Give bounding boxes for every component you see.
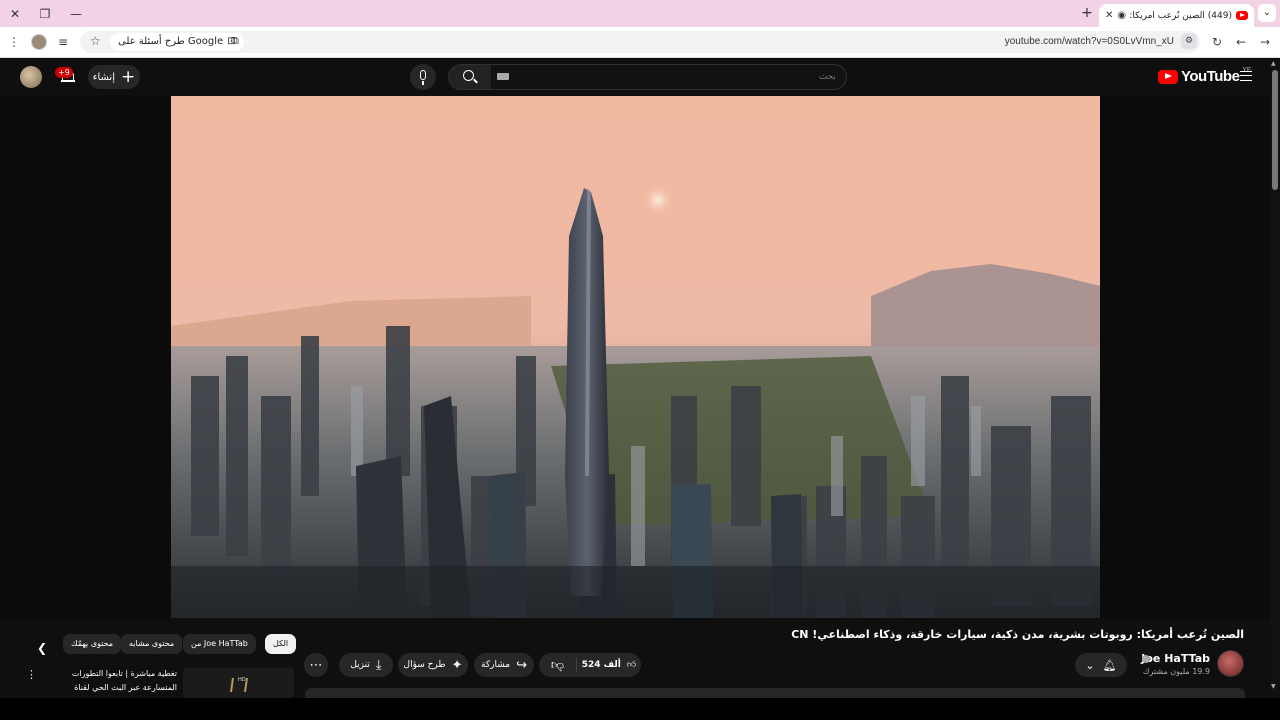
chip-for-you[interactable]: محتوى يهمّك xyxy=(63,634,122,654)
chip-related[interactable]: محتوى مشابه xyxy=(121,634,183,654)
like-count: 524 ألف xyxy=(581,660,621,670)
video-frame-city-skyline xyxy=(171,96,1100,618)
youtube-play-icon xyxy=(1158,69,1178,84)
more-horizontal-icon: ⋯ xyxy=(309,657,323,673)
bell-icon: 🔔︎ xyxy=(1102,658,1117,672)
reading-list-icon[interactable]: ≡ xyxy=(54,33,72,51)
browser-tab-strip: ✕ ❐ — + (449) الصين تُرعب أمريكا: روبوتا… xyxy=(0,0,1280,27)
channel-avatar[interactable] xyxy=(1217,650,1244,677)
notification-count-badge: +9 xyxy=(55,67,73,78)
forward-icon[interactable]: → xyxy=(1256,33,1274,51)
sparkle-icon: ✦ xyxy=(451,657,463,673)
bottom-bar xyxy=(0,698,1280,720)
verified-badge-icon xyxy=(1142,655,1150,663)
browser-tab[interactable]: (449) الصين تُرعب أمريكا: روبوتات بشرية … xyxy=(1099,4,1254,27)
download-label: تنزيل xyxy=(350,660,370,670)
tab-title: (449) الصين تُرعب أمريكا: روبوتات بشرية xyxy=(1130,10,1232,21)
share-label: مشاركة xyxy=(481,660,511,670)
tab-search-chevron-icon[interactable]: ⌄ xyxy=(1258,4,1276,22)
create-button[interactable]: + إنشاء xyxy=(88,65,140,89)
chip-all[interactable]: الكل xyxy=(265,634,297,654)
recommendation-thumbnail[interactable]: HD xyxy=(183,668,294,698)
thumbs-up-icon: 👍︎ xyxy=(626,660,637,670)
create-label: إنشاء xyxy=(92,71,115,83)
browser-profile-avatar[interactable] xyxy=(31,34,47,50)
subscriber-count: 19.9 مليون مشترك xyxy=(1142,667,1210,676)
browser-menu-icon[interactable]: ⋮ xyxy=(5,33,23,51)
tab-audio-icon[interactable]: ◉ xyxy=(1117,10,1126,21)
voice-search-button[interactable] xyxy=(410,64,436,90)
recommendation-menu-icon[interactable]: ⋮ xyxy=(26,668,37,684)
window-restore-icon[interactable]: ❐ xyxy=(35,4,55,24)
ask-google-button[interactable]: طرح أسئلة على Google ⊡ xyxy=(110,33,244,51)
mic-icon xyxy=(420,70,426,80)
more-actions-button[interactable]: ⋯ xyxy=(304,653,328,677)
hd-tag: HD xyxy=(238,677,246,683)
chip-from-channel[interactable]: من Joe HaTTab xyxy=(183,634,256,654)
chevron-down-icon: ⌄ xyxy=(1085,658,1095,672)
like-button[interactable]: 524 ألف 👍︎ xyxy=(577,653,641,677)
url-text[interactable]: youtube.com/watch?v=0S0LvVmn_xU xyxy=(1005,33,1174,51)
dislike-button[interactable]: 👎︎ xyxy=(539,653,576,677)
install-app-icon[interactable]: ⧉ xyxy=(231,34,239,48)
scrollbar-thumb[interactable] xyxy=(1272,70,1278,190)
channel-name[interactable]: Joe HaTTab xyxy=(1141,652,1210,665)
chevron-left-icon[interactable]: ❮ xyxy=(32,638,52,658)
subscription-notifications-button[interactable]: ⌄ 🔔︎ xyxy=(1075,653,1127,677)
search-button[interactable] xyxy=(449,65,491,89)
scroll-down-arrow-icon[interactable]: ▼ xyxy=(1271,683,1276,690)
guide-menu-icon[interactable] xyxy=(1240,71,1252,81)
tab-close-icon[interactable]: ✕ xyxy=(1105,10,1113,21)
keyboard-icon[interactable] xyxy=(497,73,509,80)
ask-google-label: طرح أسئلة على Google xyxy=(118,36,224,47)
youtube-logo[interactable]: YouTube YE xyxy=(1158,66,1251,85)
youtube-favicon-icon xyxy=(1236,11,1248,20)
description-box[interactable] xyxy=(305,688,1245,698)
youtube-wordmark: YouTube xyxy=(1181,68,1240,85)
search-input[interactable] xyxy=(491,65,846,89)
window-minimize-icon[interactable]: — xyxy=(66,4,86,24)
plus-icon: + xyxy=(120,66,136,87)
video-player[interactable] xyxy=(171,96,1100,618)
account-avatar[interactable] xyxy=(20,66,42,88)
reload-icon[interactable]: ↻ xyxy=(1208,33,1226,51)
download-button[interactable]: تنزيل ⤓ xyxy=(339,653,393,677)
download-icon: ⤓ xyxy=(375,657,382,673)
video-title: الصين تُرعب أمريكا: روبوتات بشرية، مدن ذ… xyxy=(791,628,1244,641)
share-button[interactable]: مشاركة ↪ xyxy=(474,653,534,677)
scroll-up-arrow-icon[interactable]: ▲ xyxy=(1271,60,1276,67)
ask-button[interactable]: طرح سؤال ✦ xyxy=(398,653,468,677)
back-icon[interactable]: ← xyxy=(1232,33,1250,51)
thumbs-down-icon: 👎︎ xyxy=(550,657,565,673)
like-dislike-bar: 👎︎ 524 ألف 👍︎ xyxy=(539,653,641,677)
bookmark-star-icon[interactable]: ☆ xyxy=(90,34,101,48)
share-arrow-icon: ↪ xyxy=(516,657,527,673)
window-close-icon[interactable]: ✕ xyxy=(5,4,25,24)
ask-label: طرح سؤال xyxy=(403,660,446,670)
site-info-icon[interactable]: ⚙ xyxy=(1181,33,1197,49)
new-tab-button[interactable]: + xyxy=(1078,4,1096,22)
